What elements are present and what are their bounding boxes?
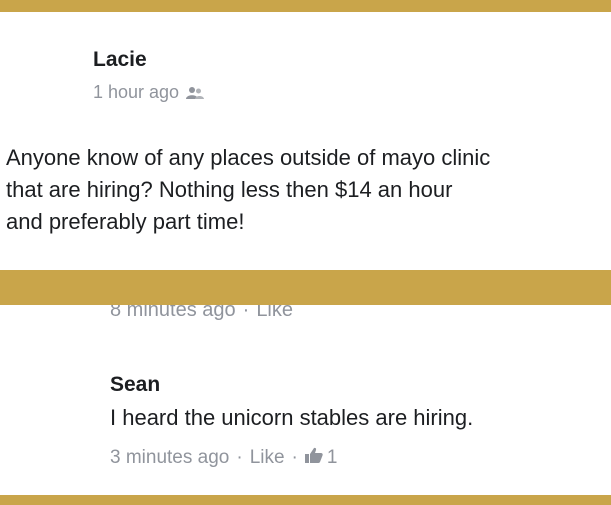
meta-separator: · <box>236 447 243 468</box>
post-text-line: and preferably part time! <box>6 209 245 234</box>
previous-comment-like-link[interactable]: Like <box>256 305 293 321</box>
comment-text: I heard the unicorn stables are hiring. <box>110 405 474 430</box>
post-text-line: Anyone know of any places outside of may… <box>6 145 491 170</box>
comment-author-name[interactable]: Sean <box>110 373 160 397</box>
comment-like-count[interactable]: 1 <box>304 447 338 469</box>
post-timestamp[interactable]: 1 hour ago <box>93 82 179 103</box>
post-text-line: that are hiring? Nothing less then $14 a… <box>6 177 453 202</box>
post-card: Lacie 1 hour ago Anyone know of any plac… <box>0 12 611 270</box>
friends-icon[interactable] <box>186 86 205 100</box>
previous-comment-meta: 8 minutes ago · Like <box>110 305 293 322</box>
thumbs-up-icon <box>304 447 323 469</box>
post-body: Anyone know of any places outside of may… <box>6 142 611 238</box>
meta-separator: · <box>291 447 298 468</box>
post-meta: 1 hour ago <box>93 82 205 103</box>
previous-comment-timestamp[interactable]: 8 minutes ago <box>110 305 236 321</box>
comment-timestamp[interactable]: 3 minutes ago <box>110 447 229 469</box>
comment-meta: 3 minutes ago · Like · 1 <box>110 447 337 469</box>
meta-separator: · <box>242 305 250 321</box>
comments-section: 8 minutes ago · Like Sean I heard the unic… <box>0 305 611 495</box>
post-author-name[interactable]: Lacie <box>93 48 147 72</box>
comment-like-link[interactable]: Like <box>250 447 285 469</box>
like-count-value: 1 <box>326 447 338 468</box>
